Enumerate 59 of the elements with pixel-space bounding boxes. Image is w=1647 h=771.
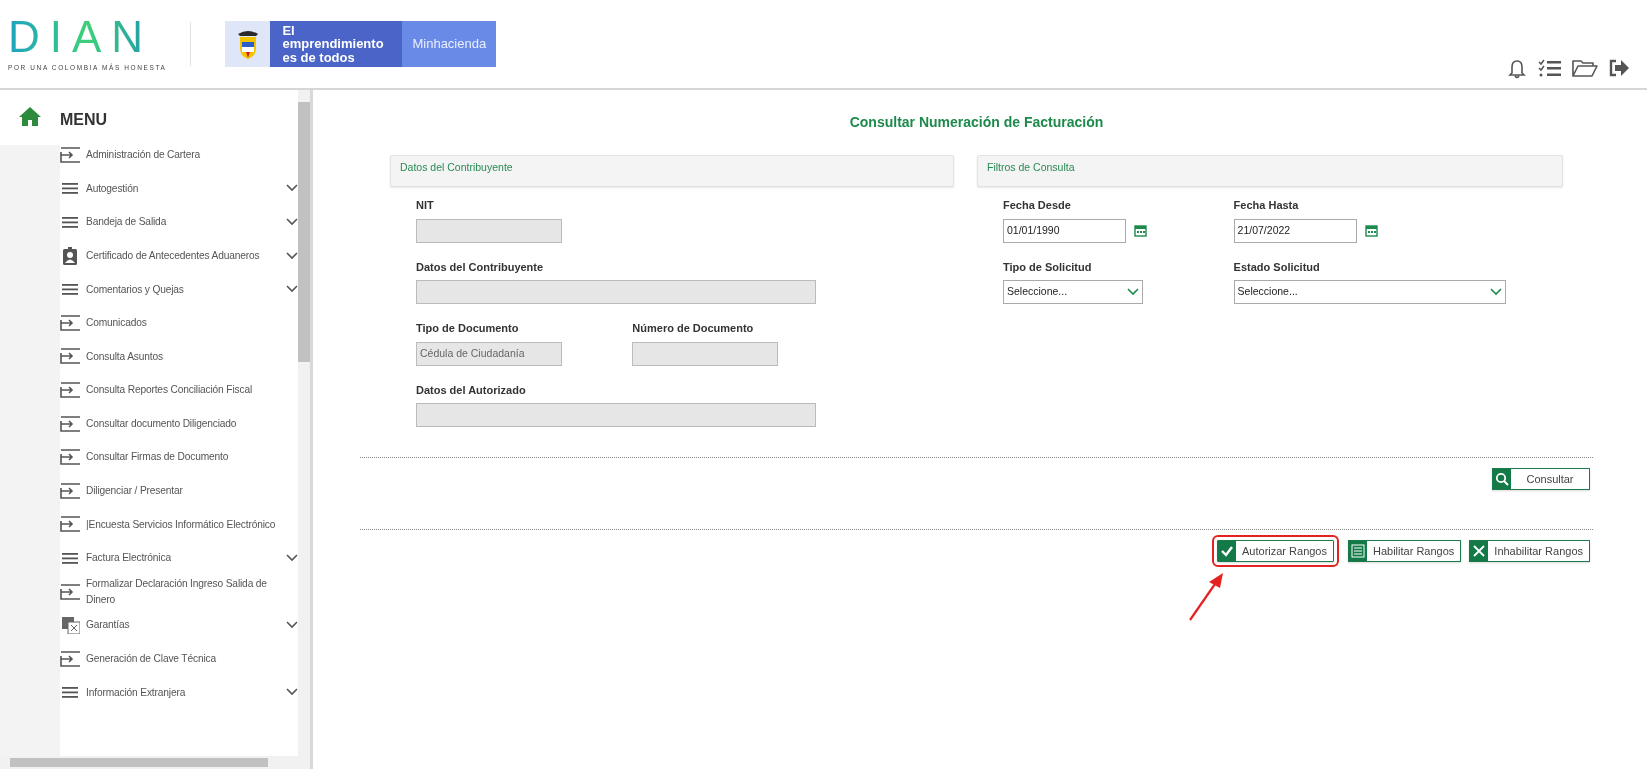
menu-item[interactable]: Consulta Reportes Conciliación Fiscal [60,373,298,407]
checklist-icon [1349,541,1367,561]
sign-in-icon [60,649,80,668]
vertical-scrollbar[interactable] [298,90,310,769]
date-field[interactable]: 21/07/2022 [1233,218,1357,243]
field-label: NIT [416,198,435,213]
menu-item[interactable]: Formalizar Declaración Ingreso Salida de Dinero [60,574,298,609]
menu-item[interactable]: Factura Electrónica [60,541,298,575]
sign-in-icon [60,313,80,332]
field-label: Fecha Desde [1003,198,1072,213]
cross-icon [1470,541,1489,561]
dropdown[interactable]: Seleccione... [1233,280,1506,304]
search-button[interactable]: Consultar [1492,468,1590,490]
chevron-down-icon [1127,288,1139,296]
field-label: Tipo de Documento [416,321,520,336]
menu-item[interactable]: Comunicados [60,305,298,340]
field-label: Número de Documento [632,321,755,336]
menu-item[interactable]: Garantías [60,608,298,642]
dropdown[interactable]: Seleccione... [1003,280,1143,304]
panel-header: Datos del Contribuyente [390,155,954,187]
id-badge-icon [60,246,80,265]
menu-item[interactable]: Bandeja de Salida [60,205,298,239]
date-field[interactable]: 01/01/1990 [1003,218,1126,243]
menu-item[interactable]: Generación de Clave Técnica [60,641,298,676]
sign-in-icon [60,481,80,500]
action-button[interactable]: Inhabilitar Rangos [1469,540,1590,562]
field-label: Fecha Hasta [1233,198,1300,213]
field-label: Datos del Autorizado [416,382,527,398]
menu-item[interactable]: Información Extranjera [60,675,298,710]
ministry-name: Minhacienda [412,35,487,54]
sign-in-icon [60,347,80,366]
menu-item[interactable]: Consultar documento Diligenciado [60,406,298,441]
sign-in-icon [60,515,80,534]
menu-item[interactable]: Comentarios y Quejas [60,272,298,306]
menu-item[interactable]: Certificado de Antecedentes Aduaneros [60,238,298,273]
sign-in-icon [60,582,80,601]
chevron-down-icon [1489,288,1502,296]
page-title: Consultar Numeración de Facturación [848,113,1105,132]
field-label: Datos del Contribuyente [416,259,545,275]
menu-item[interactable]: Consultar Firmas de Documento [60,440,298,474]
menu-item[interactable]: Consulta Asuntos [60,339,298,374]
banner-slogan: El emprendimiento es de todos [282,23,385,65]
menu-item[interactable]: |Encuesta Servicios Informático Electrónico [60,507,298,542]
field-label: Tipo de Solicitud [1003,259,1093,275]
sign-in-icon [60,145,80,164]
menu-item[interactable]: Administración de Cartera [60,138,298,172]
sign-in-icon [60,414,80,433]
field-label: Estado Solicitud [1233,259,1321,275]
panel-header: Filtros de Consulta [977,155,1563,187]
calendar-icon[interactable] [1134,224,1147,237]
checkmark-icon [1218,541,1236,561]
menu-item[interactable]: Diligenciar / Presentar [60,473,298,508]
sign-in-icon [60,380,80,399]
sign-in-icon [60,448,80,467]
calendar-icon[interactable] [1364,224,1378,237]
action-button[interactable]: Habilitar Rangos [1348,540,1462,562]
menu-heading: MENU [60,110,109,130]
menu-item[interactable]: Autogestión [60,171,298,206]
search-icon [1493,469,1511,489]
